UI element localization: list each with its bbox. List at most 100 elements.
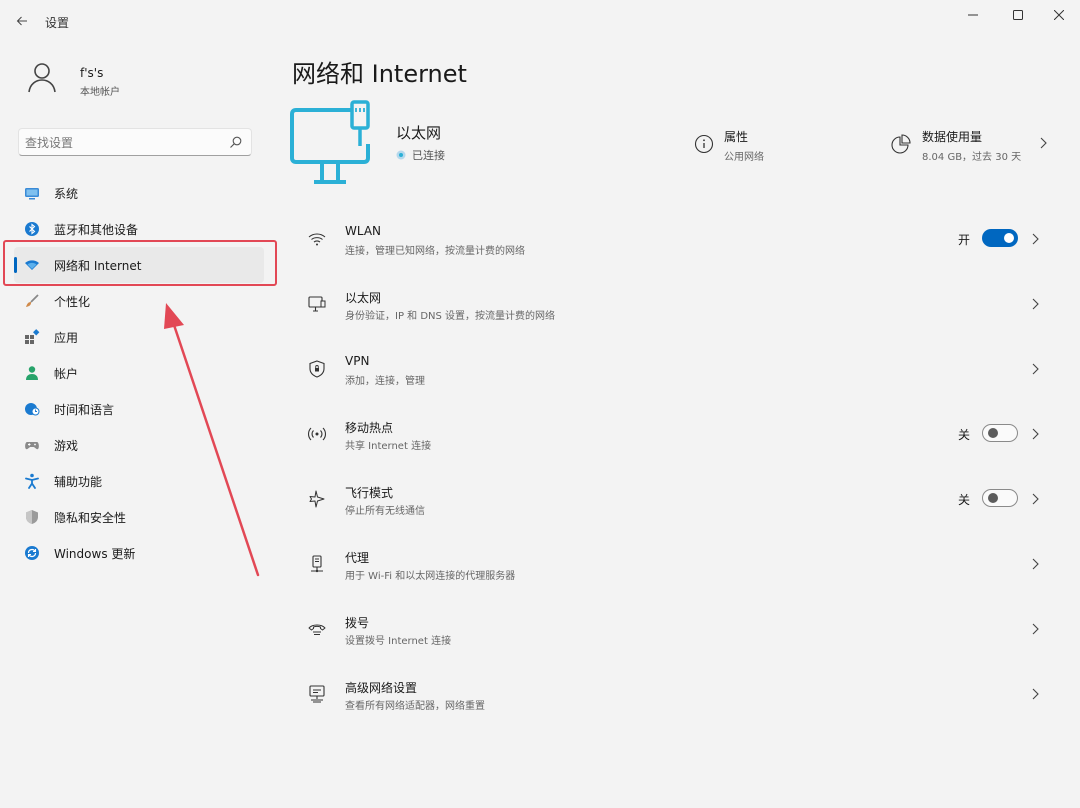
properties-label: 属性 (724, 130, 749, 144)
sidebar-item-system[interactable]: 系统 (14, 175, 264, 211)
advanced-network-icon (306, 683, 328, 705)
title-bar: 设置 (0, 0, 1080, 42)
close-icon (1054, 10, 1064, 20)
sidebar-item-label: 个性化 (54, 294, 91, 309)
connection-status-text: 已连接 (412, 149, 445, 162)
airplane-mode-toggle[interactable] (982, 489, 1018, 507)
avatar (28, 63, 56, 93)
sidebar-item-label: 时间和语言 (54, 402, 115, 417)
ethernet-title: 以太网 (396, 124, 442, 142)
setting-title: 拨号 (345, 616, 370, 630)
setting-row-proxy[interactable]: 代理 用于 Wi-Fi 和以太网连接的代理服务器 (292, 531, 1056, 596)
sync-icon (24, 545, 40, 561)
annotation-arrow (164, 303, 260, 577)
chevron-right-icon (1032, 428, 1039, 440)
sidebar-item-label: 系统 (54, 186, 79, 201)
connection-status: 已连接 (396, 147, 445, 163)
data-usage-label: 数据使用量 (922, 130, 983, 144)
accessibility-icon (24, 473, 40, 489)
gamepad-icon (24, 437, 40, 453)
chevron-right-icon (1032, 363, 1039, 375)
pie-chart-icon (891, 134, 911, 154)
setting-subtitle: 添加，连接，管理 (345, 376, 425, 387)
setting-title: 代理 (345, 551, 370, 565)
wlan-toggle[interactable] (982, 229, 1018, 247)
hotspot-icon (306, 423, 328, 445)
setting-subtitle: 停止所有无线通信 (345, 506, 425, 517)
toggle-knob (988, 428, 998, 438)
minimize-button[interactable] (950, 4, 996, 26)
sidebar-item-label: Windows 更新 (54, 546, 136, 561)
globe-clock-icon (24, 401, 40, 417)
shield-icon (24, 509, 40, 525)
chevron-right-icon (1040, 137, 1047, 149)
maximize-button[interactable] (995, 4, 1041, 26)
user-profile[interactable]: f's's 本地帐户 (22, 58, 262, 102)
chevron-right-icon (1032, 558, 1039, 570)
chevron-right-icon (1032, 233, 1039, 245)
setting-title: VPN (345, 354, 370, 368)
info-icon (694, 134, 714, 154)
mobile-hotspot-toggle[interactable] (982, 424, 1018, 442)
toggle-state-label: 开 (958, 233, 971, 247)
setting-row-vpn[interactable]: VPN 添加，连接，管理 (292, 336, 1056, 401)
wifi-icon (306, 228, 328, 250)
setting-row-mobile-hotspot[interactable]: 移动热点 共享 Internet 连接 关 (292, 401, 1056, 466)
setting-title: WLAN (345, 224, 382, 238)
setting-subtitle: 连接，管理已知网络，按流量计费的网络 (345, 246, 525, 257)
setting-row-advanced-network[interactable]: 高级网络设置 查看所有网络适配器，网络重置 (292, 661, 1056, 726)
setting-subtitle: 查看所有网络适配器，网络重置 (345, 701, 485, 712)
close-button[interactable] (1036, 4, 1080, 26)
setting-subtitle: 设置拨号 Internet 连接 (345, 636, 452, 647)
setting-title: 移动热点 (345, 421, 394, 435)
sidebar-item-label: 辅助功能 (54, 474, 103, 489)
monitor-network-icon (290, 100, 370, 184)
setting-subtitle: 用于 Wi-Fi 和以太网连接的代理服务器 (345, 571, 516, 582)
person-icon (24, 365, 40, 381)
chevron-right-icon (1032, 493, 1039, 505)
toggle-knob (1004, 233, 1014, 243)
ethernet-summary: 以太网 已连接 属性 公用网络 数据使用量 8.04 GB，过去 30 天 (290, 96, 1060, 192)
display-icon (24, 185, 40, 201)
setting-title: 以太网 (345, 291, 382, 305)
user-name: f's's (80, 66, 104, 80)
settings-list: WLAN 连接，管理已知网络，按流量计费的网络 开 以太网 身份验证，IP 和 … (292, 206, 1056, 726)
bluetooth-icon (24, 221, 40, 237)
sidebar-item-label: 帐户 (54, 366, 79, 381)
airplane-icon (306, 488, 328, 510)
proxy-icon (306, 553, 328, 575)
sidebar-item-label: 应用 (54, 330, 79, 345)
network-profile: 公用网络 (724, 152, 764, 163)
setting-subtitle: 共享 Internet 连接 (345, 441, 432, 452)
setting-title: 飞行模式 (345, 486, 394, 500)
chevron-right-icon (1032, 298, 1039, 310)
page-title: 网络和 Internet (292, 60, 467, 88)
data-usage-amount: 8.04 GB，过去 30 天 (922, 152, 1022, 163)
search-icon (230, 136, 242, 148)
dialup-icon (306, 618, 328, 640)
toggle-knob (988, 493, 998, 503)
setting-row-airplane-mode[interactable]: 飞行模式 停止所有无线通信 关 (292, 466, 1056, 531)
setting-title: 高级网络设置 (345, 681, 418, 695)
setting-row-dial-up[interactable]: 拨号 设置拨号 Internet 连接 (292, 596, 1056, 661)
search-input[interactable] (25, 133, 225, 153)
chevron-right-icon (1032, 623, 1039, 635)
setting-subtitle: 身份验证，IP 和 DNS 设置，按流量计费的网络 (345, 311, 556, 322)
arrow-left-icon (16, 16, 27, 26)
search-box[interactable] (18, 128, 252, 156)
setting-row-ethernet[interactable]: 以太网 身份验证，IP 和 DNS 设置，按流量计费的网络 (292, 271, 1056, 336)
ethernet-icon (306, 293, 328, 315)
data-usage-button[interactable]: 数据使用量 8.04 GB，过去 30 天 (890, 126, 1060, 166)
chevron-right-icon (1032, 688, 1039, 700)
minimize-icon (968, 14, 978, 16)
back-button[interactable] (10, 10, 34, 32)
brush-icon (24, 293, 40, 309)
toggle-state-label: 关 (958, 493, 971, 507)
account-type: 本地帐户 (80, 87, 120, 98)
properties-button[interactable]: 属性 公用网络 (694, 126, 814, 166)
sidebar-item-label: 隐私和安全性 (54, 510, 127, 525)
connected-status-icon (396, 150, 406, 160)
setting-row-wlan[interactable]: WLAN 连接，管理已知网络，按流量计费的网络 开 (292, 206, 1056, 271)
annotation-highlight-box (3, 240, 277, 286)
sidebar-item-label: 蓝牙和其他设备 (54, 222, 139, 237)
